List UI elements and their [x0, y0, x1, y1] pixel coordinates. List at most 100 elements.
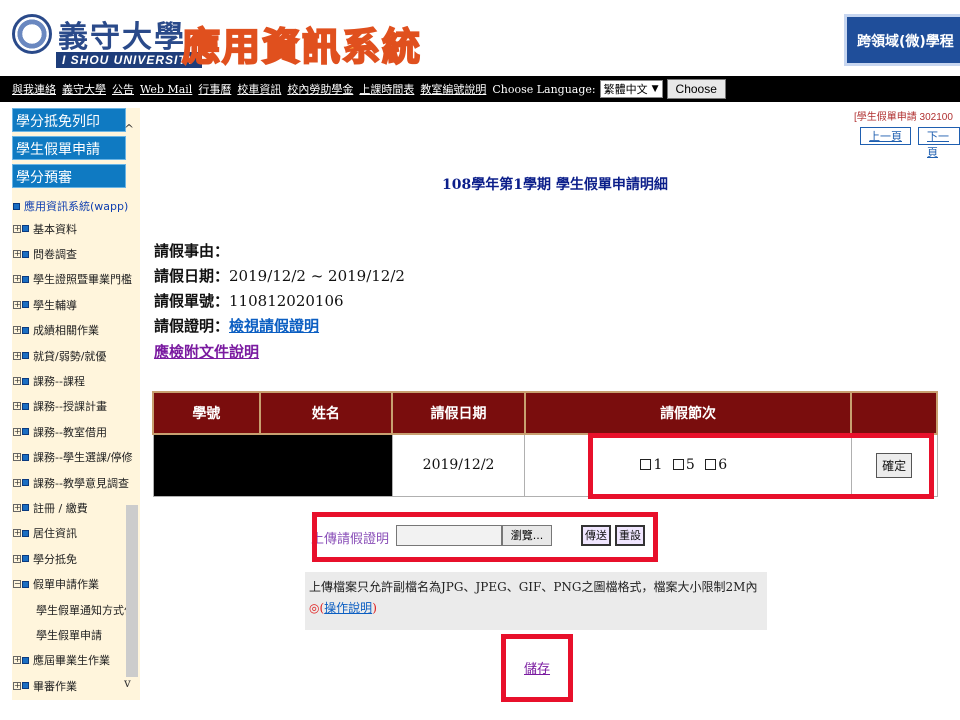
folder-icon — [22, 225, 29, 233]
sidebar-item[interactable]: + 學生證照暨畢業門檻 — [12, 267, 140, 292]
table-header-periods: 請假節次 — [523, 391, 853, 435]
university-seal-logo — [12, 14, 52, 54]
sidebar-subitem-leave-apply[interactable]: 學生假單申請 — [12, 622, 140, 647]
chevron-down-icon: ▼ — [651, 84, 659, 94]
instructions-row: ◎(操作說明) — [309, 599, 763, 616]
folder-icon — [22, 682, 29, 690]
header: 義守大學 I SHOU UNIVERSITY 應用資訊系統 跨領域(微)學程 — [0, 0, 960, 76]
sidebar-tab-credit-pre-review[interactable]: 學分預審 — [12, 164, 126, 188]
sidebar-item[interactable]: + 課務--教室借用 — [12, 419, 140, 444]
leave-reason: 請假事由： — [154, 240, 229, 261]
sidebar-item-label: 課務--教學意見調查 — [33, 476, 129, 490]
sidebar-item[interactable]: + 課務--學生選課/停修 — [12, 445, 140, 470]
folder-icon — [22, 580, 29, 588]
nav-link-isu[interactable]: 義守大學 — [62, 81, 106, 97]
folder-icon — [22, 402, 29, 410]
sidebar-scroll-down-icon[interactable]: v — [124, 676, 131, 690]
nav-link-announcements[interactable]: 公告 — [112, 81, 134, 97]
expand-icon: + — [13, 502, 21, 512]
table-header-action — [850, 391, 938, 435]
folder-icon — [22, 479, 29, 487]
nav-link-calendar[interactable]: 行事曆 — [198, 81, 231, 97]
expand-icon: + — [13, 325, 21, 335]
nav-link-classroom-codes[interactable]: 教室編號說明 — [420, 81, 486, 97]
leave-number: 請假單號：110812020106 — [154, 290, 344, 311]
expand-icon: + — [13, 426, 21, 436]
sidebar-subitem-leave-notify[interactable]: 學生假單通知方式作 — [12, 597, 140, 622]
cross-domain-program-button[interactable]: 跨領域(微)學程 — [844, 14, 960, 66]
instructions-link[interactable]: 操作說明 — [324, 601, 372, 615]
nav-link-bus-info[interactable]: 校車資訊 — [237, 81, 281, 97]
language-label: Choose Language: — [492, 82, 596, 96]
sidebar-item[interactable]: + 基本資料 — [12, 216, 140, 241]
sidebar-tab-credit-waiver-print[interactable]: 學分抵免列印 — [12, 108, 126, 132]
sidebar-item[interactable]: + 課務--授課計畫 — [12, 394, 140, 419]
sidebar-tree-root[interactable]: 應用資訊系統(wapp) — [12, 196, 140, 216]
sidebar-item-label: 問卷調查 — [33, 248, 77, 262]
sidebar-item-label: 課務--課程 — [33, 375, 85, 389]
sidebar-item-label: 課務--學生選課/停修 — [33, 451, 133, 465]
upload-note: 上傳檔案只允許副檔名為JPG、JPEG、GIF、PNG之圖檔格式，檔案大小限制2… — [305, 572, 767, 630]
sidebar-item[interactable]: + 課務--課程 — [12, 368, 140, 393]
sidebar-item[interactable]: + 學生輔導 — [12, 292, 140, 317]
sidebar-item-label: 成績相關作業 — [33, 324, 99, 338]
sidebar-item-label: 學生輔導 — [33, 298, 77, 312]
folder-icon — [22, 529, 29, 537]
sidebar-item-label: 就貸/弱勢/就優 — [33, 349, 107, 363]
prev-page-button[interactable]: 上一頁 — [860, 127, 911, 145]
folder-icon — [22, 377, 29, 385]
nav-link-contact[interactable]: 與我連絡 — [12, 81, 56, 97]
required-docs-link[interactable]: 應檢附文件說明 — [154, 343, 259, 361]
nav-link-class-schedule[interactable]: 上課時間表 — [359, 81, 414, 97]
expand-icon: + — [13, 477, 21, 487]
leave-date-label: 請假日期： — [154, 267, 230, 285]
sidebar: 學分抵免列印 學生假單申請 學分預審 應用資訊系統(wapp) + 基本資料 + 問… — [12, 108, 140, 700]
sidebar-item[interactable]: + 註冊 / 繳費 — [12, 495, 140, 520]
sidebar-item[interactable]: + 居住資訊 — [12, 521, 140, 546]
sidebar-tab-leave-application[interactable]: 學生假單申請 — [12, 136, 126, 160]
table-cell-date: 2019/12/2 — [391, 433, 526, 497]
redacted-student-info — [152, 433, 393, 497]
next-page-button[interactable]: 下一頁 — [918, 127, 960, 159]
sidebar-item[interactable]: + 課務--教學意見調查 — [12, 470, 140, 495]
folder-icon — [22, 504, 29, 512]
nav-link-work-study[interactable]: 校內勞助學金 — [287, 81, 353, 97]
leave-number-value: 110812020106 — [229, 292, 344, 310]
sidebar-scroll-up-icon[interactable]: ^ — [124, 122, 134, 136]
required-docs: 應檢附文件說明 — [154, 341, 259, 362]
folder-icon — [22, 326, 29, 334]
expand-icon: + — [13, 528, 21, 538]
sidebar-item[interactable]: + 問卷調查 — [12, 241, 140, 266]
sidebar-item[interactable]: + 畢審作業 — [12, 673, 140, 698]
upload-note-text: 上傳檔案只允許副檔名為JPG、JPEG、GIF、PNG之圖檔格式，檔案大小限制2… — [309, 580, 758, 594]
top-nav-bar: 與我連絡 義守大學 公告 Web Mail 行事曆 校車資訊 校內勞助學金 上課… — [0, 76, 960, 102]
expand-icon: + — [13, 350, 21, 360]
expand-icon: + — [13, 249, 21, 259]
folder-icon — [22, 275, 29, 283]
sidebar-item-label: 課務--授課計畫 — [33, 400, 107, 414]
university-name-zh: 義守大學 — [58, 20, 186, 55]
sidebar-item[interactable]: + 學分抵免 — [12, 546, 140, 571]
folder-icon — [22, 352, 29, 360]
view-proof-link[interactable]: 檢視請假證明 — [229, 317, 319, 335]
expand-icon: + — [13, 680, 21, 690]
nav-link-webmail[interactable]: Web Mail — [140, 83, 192, 96]
folder-icon — [22, 453, 29, 461]
sidebar-scrollbar[interactable] — [126, 505, 138, 677]
sidebar-item[interactable]: + 就貸/弱勢/就優 — [12, 343, 140, 368]
language-select[interactable]: 繁體中文 ▼ — [599, 80, 663, 98]
paren-close: ) — [372, 601, 377, 615]
sidebar-item[interactable]: + 成績相關作業 — [12, 318, 140, 343]
leave-date-value: 2019/12/2 ~ 2019/12/2 — [229, 267, 405, 285]
table-header-date: 請假日期 — [391, 391, 526, 435]
page-title: 108學年第1學期 學生假單申請明細 — [442, 177, 668, 193]
table-header-name: 姓名 — [258, 391, 394, 435]
sidebar-item-label: 居住資訊 — [33, 527, 77, 541]
sidebar-item[interactable]: + 應屆畢業生作業 — [12, 648, 140, 673]
expand-icon: + — [13, 376, 21, 386]
sidebar-item-leave-application[interactable]: − 假單申請作業 — [12, 571, 140, 596]
choose-language-button[interactable]: Choose — [666, 79, 726, 99]
page-code-note: [學生假單申請 302100 — [854, 112, 953, 123]
sidebar-item-label: 註冊 / 繳費 — [33, 501, 88, 515]
bullet-circle-icon: ◎ — [309, 601, 320, 615]
